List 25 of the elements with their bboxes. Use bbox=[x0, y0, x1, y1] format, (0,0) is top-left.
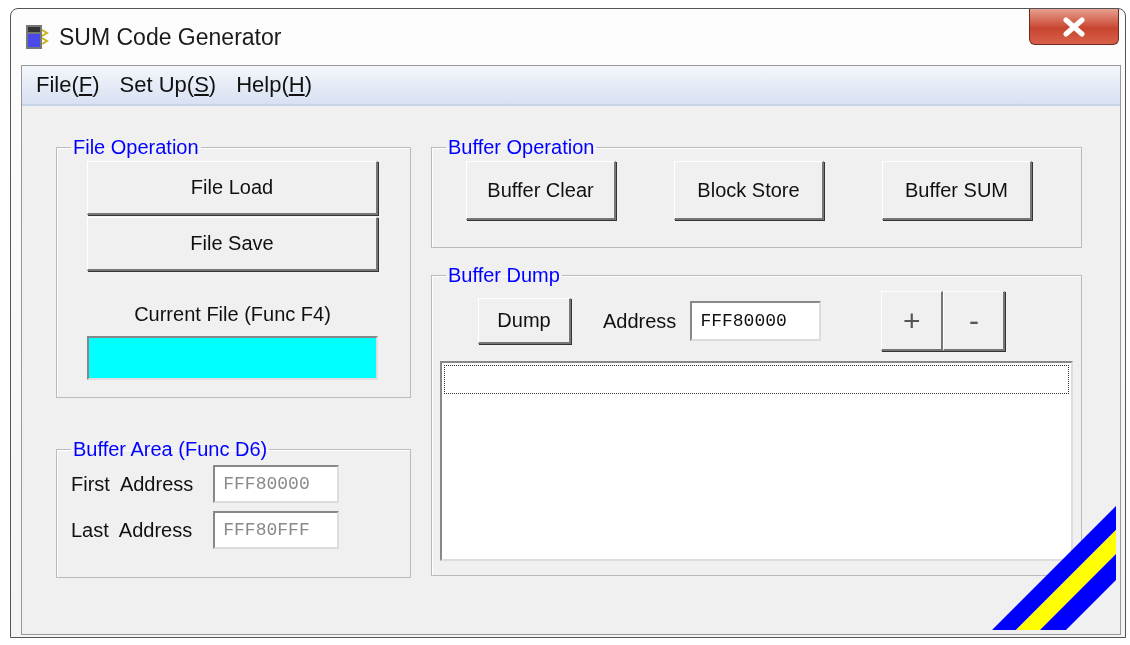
field-label: Last Address bbox=[71, 518, 194, 542]
group-title: File Operation bbox=[72, 136, 200, 159]
group-title: Buffer Area (Func D6) bbox=[72, 438, 269, 461]
step-button[interactable]: - bbox=[943, 291, 1006, 351]
field-label: Current File (Func F4) bbox=[133, 303, 332, 326]
step-button[interactable]: + bbox=[881, 291, 944, 351]
window-title: SUM Code Generator bbox=[59, 23, 282, 51]
buffer-button[interactable]: Block Store bbox=[674, 161, 824, 220]
file-button[interactable]: File Save bbox=[87, 217, 378, 271]
field-label: Address bbox=[603, 309, 677, 333]
dump-button[interactable]: Dump bbox=[478, 298, 571, 344]
field-label: First Address bbox=[71, 472, 194, 496]
close-button[interactable] bbox=[1029, 9, 1119, 45]
address-field[interactable]: FFF80000 bbox=[690, 301, 822, 341]
menu-item[interactable]: File(F) bbox=[28, 72, 108, 98]
calculator-icon bbox=[25, 24, 49, 50]
buffer-button[interactable]: Buffer Clear bbox=[466, 161, 616, 220]
current-file-field[interactable] bbox=[87, 336, 378, 380]
menu-item[interactable]: Help(H) bbox=[228, 72, 320, 98]
file-button[interactable]: File Load bbox=[87, 161, 378, 215]
close-icon bbox=[1061, 16, 1087, 37]
group-title: Buffer Dump bbox=[447, 264, 561, 287]
buffer-button[interactable]: Buffer SUM bbox=[882, 161, 1032, 220]
menu-item[interactable]: Set Up(S) bbox=[111, 72, 225, 98]
group-title: Buffer Operation bbox=[447, 136, 596, 159]
